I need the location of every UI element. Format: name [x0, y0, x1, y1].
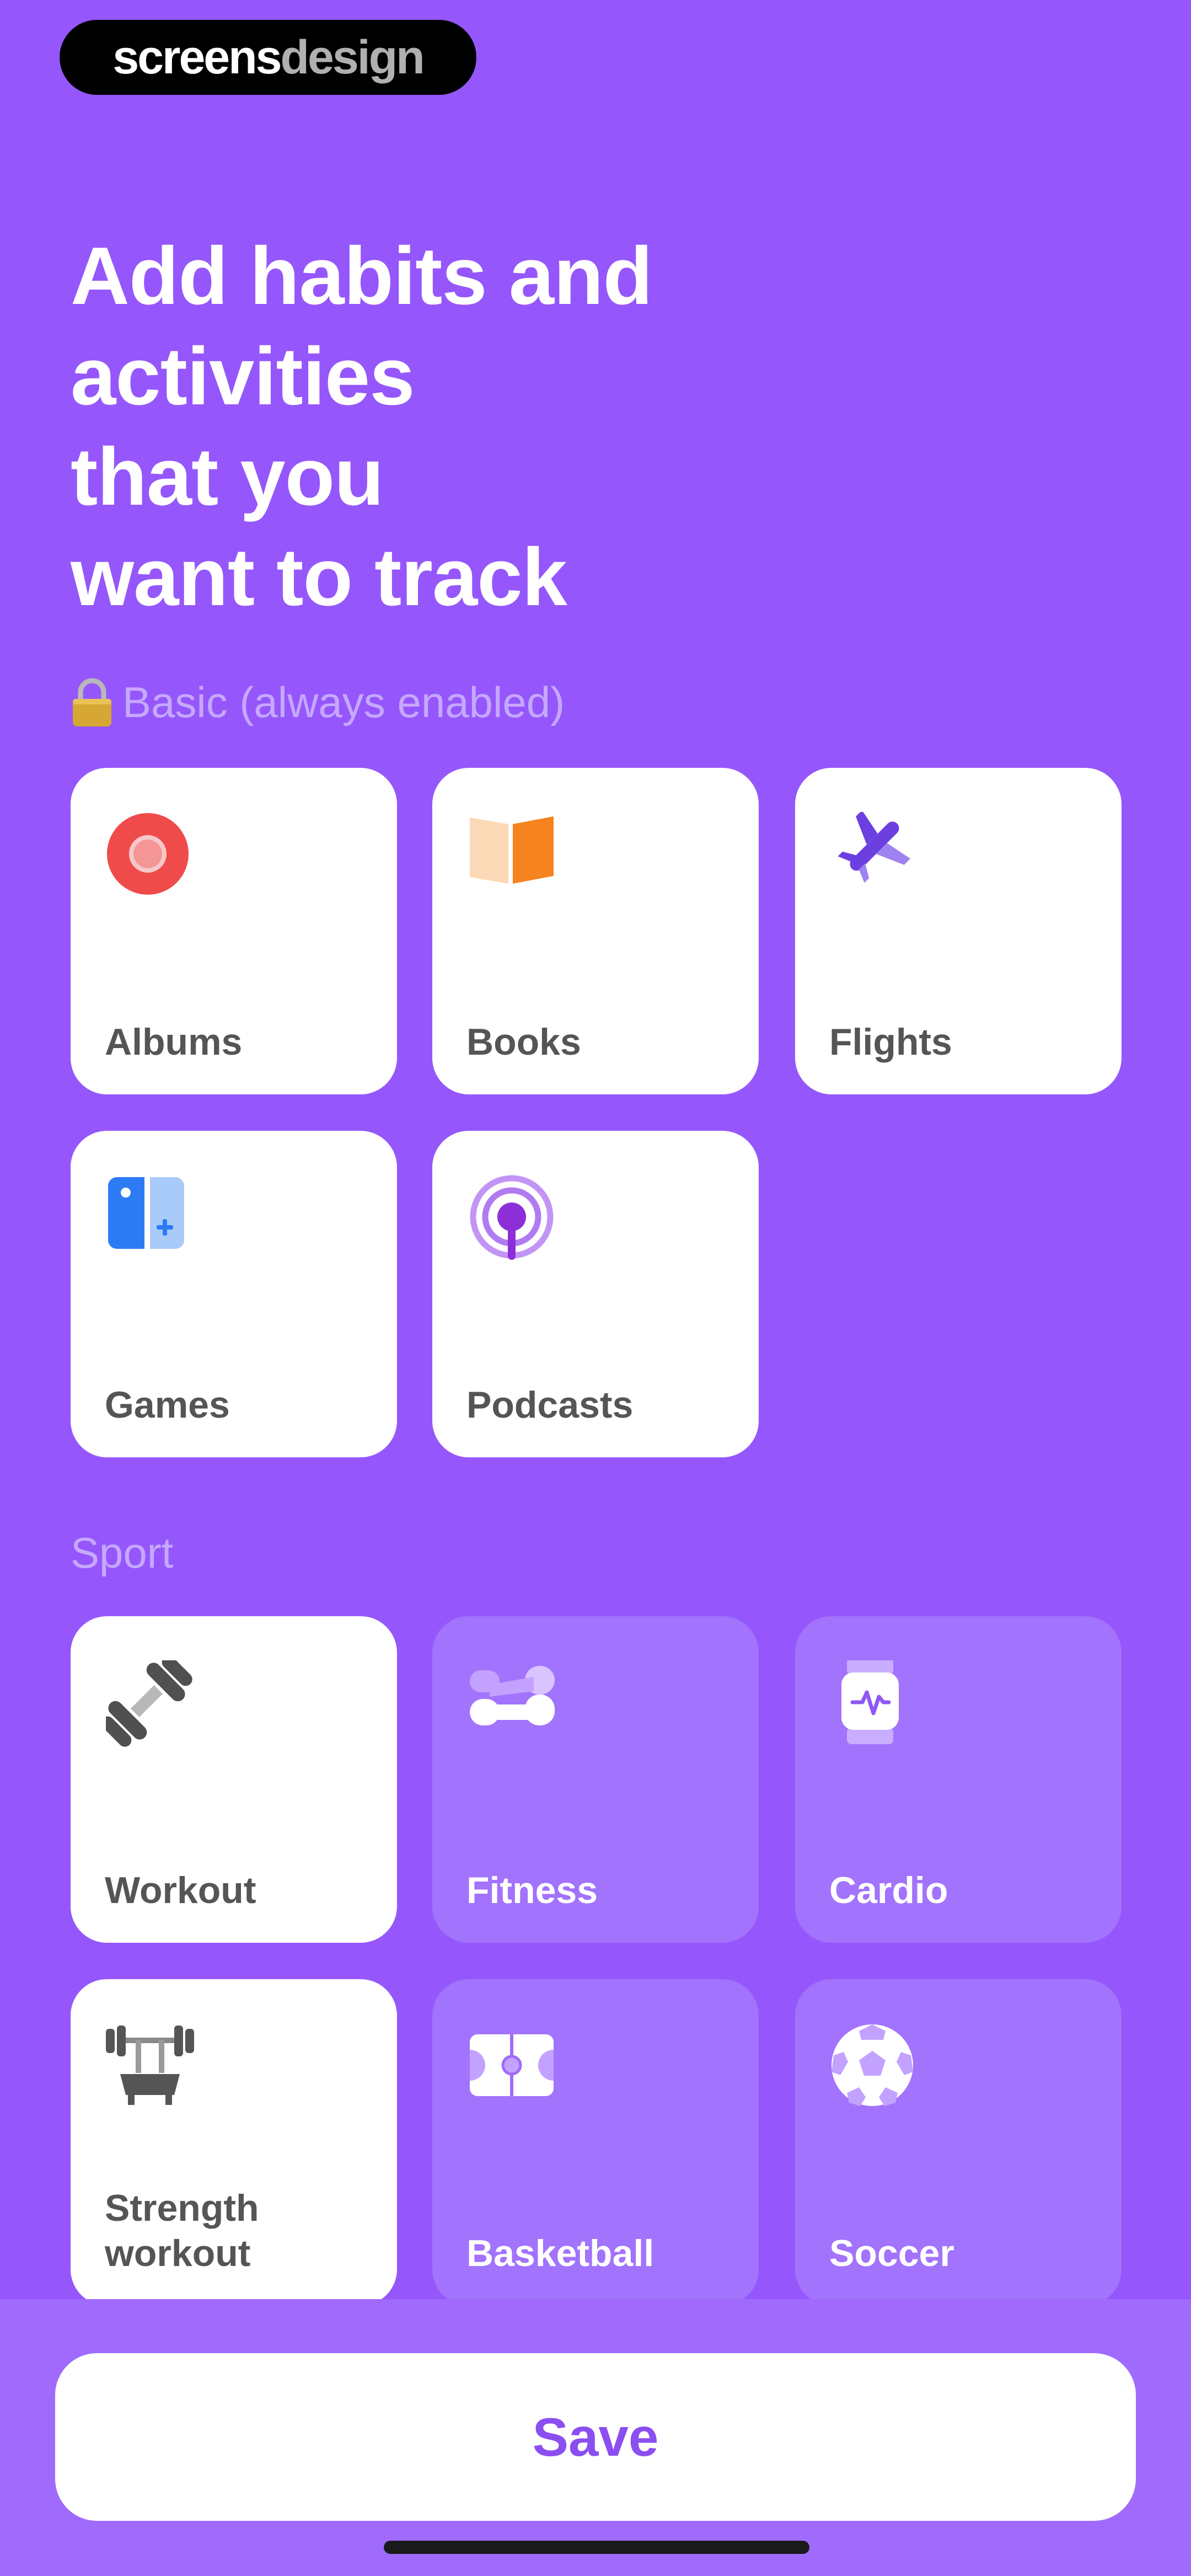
habit-label: Games — [105, 1384, 230, 1426]
habit-card-podcasts[interactable]: Podcasts — [432, 1131, 759, 1457]
title-line-2: activities — [71, 331, 415, 422]
habit-label: Cardio — [829, 1869, 948, 1911]
habit-label: Flights — [829, 1021, 952, 1063]
title-line-1: Add habits and — [71, 231, 653, 322]
habit-label: Fitness — [466, 1869, 598, 1911]
smartwatch-icon — [841, 1660, 899, 1744]
airplane-icon — [838, 812, 911, 883]
habit-card-flights[interactable]: Flights — [795, 768, 1122, 1094]
section-label-sport: Sport — [71, 1528, 173, 1578]
habit-card-albums[interactable]: Albums — [71, 768, 397, 1094]
habit-card-fitness[interactable]: Fitness — [432, 1616, 759, 1943]
fitness-icon — [470, 1666, 555, 1725]
lock-icon — [73, 678, 111, 726]
brand-badge: screens design — [60, 20, 476, 95]
title-line-4: want to track — [71, 532, 567, 623]
habit-label: Books — [466, 1021, 581, 1063]
title-line-3: that you — [71, 431, 384, 522]
habit-label: Albums — [105, 1021, 243, 1063]
habit-label: Podcasts — [466, 1384, 634, 1426]
podcast-icon — [470, 1175, 554, 1260]
bench-press-icon — [106, 2025, 194, 2105]
record-icon — [107, 813, 189, 895]
save-button[interactable]: Save — [55, 2353, 1136, 2521]
section-basic-text: Basic (always enabled) — [122, 678, 565, 726]
section-label-basic: Basic (always enabled) — [71, 677, 565, 728]
page-title: Add habits and activities that you want … — [71, 226, 898, 628]
home-indicator — [384, 2541, 809, 2554]
brand-part2: design — [280, 30, 425, 84]
book-icon — [470, 816, 554, 884]
game-controller-icon — [108, 1177, 184, 1249]
soccer-ball-icon — [831, 2024, 913, 2106]
habit-label: Basketball — [466, 2232, 654, 2274]
brand-part1: screens — [112, 30, 282, 84]
section-sport-text: Sport — [71, 1529, 174, 1577]
habit-label: Workout — [105, 1869, 256, 1911]
habit-label-line-1: Strength — [105, 2187, 259, 2229]
habit-card-basketball[interactable]: Basketball — [432, 1979, 759, 2306]
habit-card-books[interactable]: Books — [432, 768, 759, 1094]
dumbbell-icon — [106, 1660, 192, 1747]
habit-card-games[interactable]: Games — [71, 1131, 397, 1457]
habit-card-workout[interactable]: Workout — [71, 1616, 397, 1943]
habit-card-cardio[interactable]: Cardio — [795, 1616, 1122, 1943]
habit-label-line-2: workout — [105, 2232, 251, 2274]
habit-card-strength-workout[interactable]: Strength workout — [71, 1979, 397, 2306]
basketball-court-icon — [470, 2034, 554, 2096]
habit-card-soccer[interactable]: Soccer — [795, 1979, 1122, 2306]
habit-label: Soccer — [829, 2232, 954, 2274]
habit-label: Strength workout — [105, 2185, 259, 2276]
